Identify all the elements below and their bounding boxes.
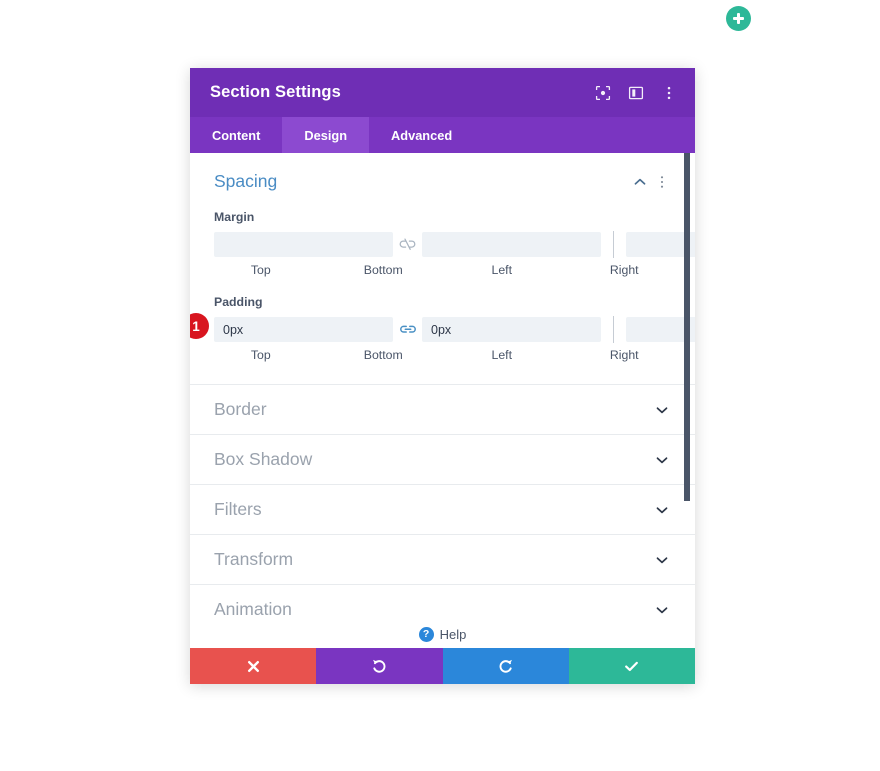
- page-canvas: Section Settings Content Design Advanced…: [0, 0, 880, 771]
- sidebar-item-transform[interactable]: Transform: [190, 534, 695, 584]
- margin-inputs-row: [214, 231, 695, 258]
- redo-button[interactable]: [442, 648, 569, 684]
- cancel-button[interactable]: [190, 648, 317, 684]
- checkmark-icon: [623, 658, 640, 675]
- filters-label: Filters: [214, 499, 262, 519]
- sidebar-item-box-shadow[interactable]: Box Shadow: [190, 434, 695, 484]
- section-settings-modal: Section Settings Content Design Advanced…: [190, 68, 695, 684]
- spacing-section: Spacing Margin Top Bottom Left Right Pad…: [190, 153, 695, 384]
- padding-left-caption: Left: [491, 348, 512, 362]
- margin-right-caption: Right: [609, 263, 639, 277]
- page-title: Section Settings: [210, 83, 341, 101]
- padding-top-caption: Top: [250, 348, 271, 362]
- padding-field-group: Padding 1 0px 0px Top Bottom Left Right: [190, 295, 695, 362]
- padding-label: Padding: [214, 295, 263, 309]
- chevron-down-icon[interactable]: [653, 451, 671, 469]
- box-shadow-label: Box Shadow: [214, 449, 313, 469]
- margin-top-input[interactable]: [214, 232, 393, 257]
- modal-titlebar: Section Settings: [190, 68, 695, 117]
- undo-arrow-icon: [371, 658, 388, 675]
- padding-top-input[interactable]: [214, 317, 393, 342]
- padding-bottom-caption: Bottom: [363, 348, 403, 362]
- chevron-up-icon[interactable]: [631, 173, 649, 191]
- add-section-button[interactable]: [726, 6, 751, 31]
- kebab-menu-icon[interactable]: [661, 85, 677, 101]
- tab-advanced[interactable]: Advanced: [369, 117, 474, 153]
- step-badge-1: 1: [190, 313, 209, 339]
- sidebar-item-border[interactable]: Border: [190, 384, 695, 434]
- help-button[interactable]: ? Help: [418, 626, 467, 642]
- border-label: Border: [214, 399, 267, 419]
- modal-footer: [190, 648, 695, 684]
- question-mark-icon: ?: [418, 626, 434, 642]
- undo-button[interactable]: [316, 648, 443, 684]
- margin-divider: [613, 231, 614, 258]
- padding-bottom-input[interactable]: [422, 317, 601, 342]
- padding-captions-row: Top Bottom Left Right: [214, 348, 671, 362]
- spacing-options-kebab-icon[interactable]: [653, 173, 671, 191]
- plus-icon: [733, 13, 744, 24]
- modal-tabs: Content Design Advanced: [190, 117, 695, 153]
- chevron-down-icon[interactable]: [653, 601, 671, 619]
- redo-arrow-icon: [497, 658, 514, 675]
- chevron-down-icon[interactable]: [653, 501, 671, 519]
- focus-target-icon[interactable]: [595, 85, 611, 101]
- padding-vertical-pair: [214, 317, 601, 342]
- chain-linked-icon[interactable]: [393, 317, 422, 342]
- scrollbar-thumb[interactable]: [684, 153, 690, 501]
- sidebar-item-filters[interactable]: Filters: [190, 484, 695, 534]
- margin-top-caption: Top: [250, 263, 271, 277]
- margin-vertical-pair: [214, 232, 601, 257]
- margin-bottom-input[interactable]: [422, 232, 601, 257]
- margin-bottom-caption: Bottom: [363, 263, 403, 277]
- padding-inputs-row: 1: [190, 313, 695, 343]
- spacing-section-header[interactable]: Spacing: [214, 153, 671, 202]
- close-x-icon: [246, 659, 261, 674]
- margin-captions-row: Top Bottom Left Right: [214, 263, 671, 277]
- titlebar-icon-group: [595, 85, 677, 101]
- save-button[interactable]: [568, 648, 695, 684]
- chevron-down-icon[interactable]: [653, 551, 671, 569]
- margin-field-group: Margin Top Bottom Left Right: [214, 210, 695, 277]
- padding-right-caption: Right: [609, 348, 639, 362]
- transform-label: Transform: [214, 549, 294, 569]
- help-label: Help: [439, 626, 467, 642]
- tab-content[interactable]: Content: [190, 117, 282, 153]
- margin-label: Margin: [214, 210, 255, 224]
- chevron-down-icon[interactable]: [653, 401, 671, 419]
- chain-broken-icon[interactable]: [393, 232, 422, 257]
- spacing-title: Spacing: [214, 171, 278, 191]
- scrollbar-track[interactable]: [684, 153, 694, 648]
- margin-left-caption: Left: [491, 263, 512, 277]
- padding-divider: [613, 316, 614, 343]
- tab-design[interactable]: Design: [282, 117, 370, 153]
- animation-label: Animation: [214, 599, 292, 619]
- settings-scroll-area: Spacing Margin Top Bottom Left Right Pad…: [190, 153, 695, 648]
- panel-layout-icon[interactable]: [628, 85, 644, 101]
